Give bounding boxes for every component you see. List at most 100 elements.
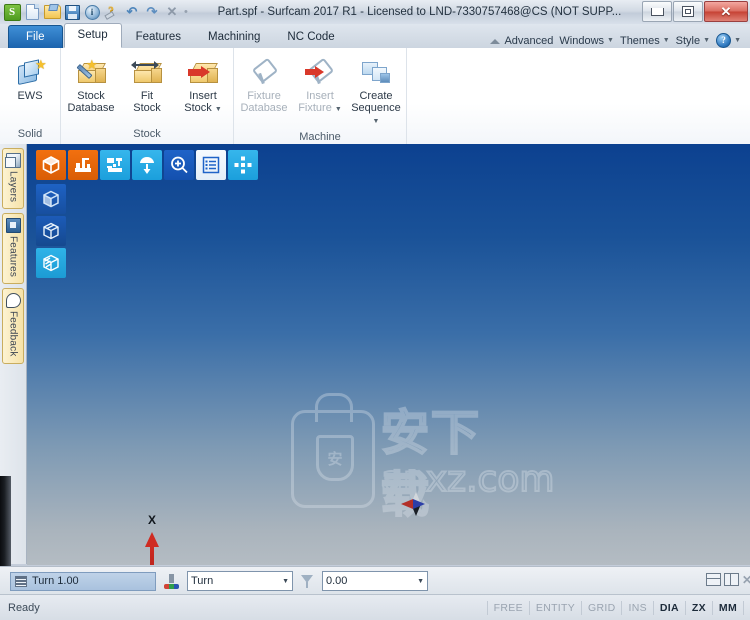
view-compass-icon[interactable]: [401, 492, 425, 516]
fit-stock-icon: [131, 56, 162, 90]
insert-stock-label-1: Insert: [189, 90, 217, 102]
minimize-button[interactable]: [642, 1, 672, 22]
ribbon-tab-bar: File Setup Features Machining NC Code Ad…: [0, 23, 750, 49]
list-icon[interactable]: [196, 150, 226, 180]
insert-stock-line2: Stock: [184, 102, 212, 114]
chevron-down-icon[interactable]: ▼: [417, 578, 424, 585]
features-icon: [5, 218, 21, 234]
tab-features[interactable]: Features: [123, 26, 194, 48]
insert-fixture-label-2: Fixture ▼: [298, 102, 342, 116]
create-sequence-line2: Sequence: [351, 102, 401, 114]
layer-stack-icon: [15, 575, 27, 587]
quick-access-toolbar: S i ↶ ↷ ✕ •: [0, 3, 189, 21]
insert-stock-icon: [188, 56, 218, 90]
chevron-down-icon[interactable]: ▼: [373, 118, 380, 125]
insert-fixture-icon: [305, 56, 335, 90]
ews-label: EWS: [17, 90, 43, 102]
tab-nc-code[interactable]: NC Code: [274, 26, 347, 48]
panel-single-icon[interactable]: [705, 573, 721, 586]
help-menu[interactable]: ? ▼: [716, 33, 741, 48]
create-sequence-label-2: Sequence ▼: [349, 102, 403, 128]
chevron-down-icon: ▼: [662, 37, 670, 44]
status-mm[interactable]: MM: [711, 601, 744, 615]
pan-move-icon[interactable]: [228, 150, 258, 180]
status-zx[interactable]: ZX: [684, 601, 712, 615]
status-dia[interactable]: DIA: [652, 601, 685, 615]
style-label: Style: [675, 34, 701, 47]
panel-close-icon[interactable]: ✕: [742, 574, 750, 586]
status-grid[interactable]: GRID: [581, 601, 621, 615]
cplane-depth-select[interactable]: 0.00 ▼: [322, 571, 428, 591]
viewport-toolbar-row: [36, 150, 258, 180]
advanced-menu[interactable]: Advanced: [490, 35, 553, 47]
axis-triad: X Z: [123, 513, 263, 565]
stock-box-icon[interactable]: [36, 150, 66, 180]
insert-stock-button[interactable]: Insert Stock ▼: [176, 54, 230, 118]
extrude-icon[interactable]: [132, 150, 162, 180]
ribbon-group-solid: ★ EWS Solid: [0, 48, 61, 144]
fit-stock-button[interactable]: Fit Stock: [120, 54, 174, 116]
ews-button[interactable]: ★ EWS: [3, 54, 57, 104]
chevron-down-icon[interactable]: ▼: [282, 578, 289, 585]
restore-button[interactable]: [673, 1, 703, 22]
chevron-down-icon[interactable]: ▼: [335, 106, 342, 113]
ribbon-panel: ★ EWS Solid ★ Stock Database Fit Stock I…: [0, 48, 750, 145]
undo-icon[interactable]: ↶: [123, 3, 141, 21]
sidebar-item-layers[interactable]: Layers: [2, 148, 24, 210]
redo-icon[interactable]: ↷: [143, 3, 161, 21]
stock-profile-icon[interactable]: [68, 150, 98, 180]
insert-fixture-button[interactable]: Insert Fixture ▼: [293, 54, 347, 118]
view-axis-icon: [163, 573, 180, 589]
window-controls: ✕: [642, 1, 748, 22]
solid-wireframe-icon[interactable]: [36, 216, 66, 246]
sidebar-item-features[interactable]: Features: [2, 213, 24, 285]
stock-database-button[interactable]: ★ Stock Database: [64, 54, 118, 116]
sidebar-item-feedback-label: Feedback: [7, 311, 19, 357]
windows-menu[interactable]: Windows ▼: [559, 35, 614, 47]
zoom-window-icon[interactable]: [164, 150, 194, 180]
feedback-icon: [5, 293, 21, 309]
home-icon: [490, 37, 501, 45]
close-icon[interactable]: ✕: [163, 3, 181, 21]
view-select[interactable]: Turn ▼: [187, 571, 293, 591]
app-logo[interactable]: S: [3, 3, 21, 21]
sidebar-item-layers-label: Layers: [7, 171, 19, 203]
info-icon[interactable]: i: [83, 3, 101, 21]
help-pointer-icon[interactable]: [103, 3, 121, 21]
solid-shaded-icon[interactable]: [36, 184, 66, 214]
save-icon[interactable]: [63, 3, 81, 21]
chevron-down-icon: ▼: [607, 37, 614, 44]
create-sequence-label-1: Create: [359, 90, 393, 102]
graphics-viewport[interactable]: 安 安下载 anxz.com X Z: [27, 144, 750, 565]
close-button[interactable]: ✕: [704, 1, 748, 22]
current-layer-field[interactable]: Turn 1.00: [10, 571, 156, 591]
tab-machining[interactable]: Machining: [195, 26, 273, 48]
style-menu[interactable]: Style ▼: [676, 35, 710, 47]
themes-menu[interactable]: Themes ▼: [620, 35, 670, 47]
status-ins[interactable]: INS: [621, 601, 652, 615]
machine-setup-icon[interactable]: [100, 150, 130, 180]
new-icon[interactable]: [23, 3, 41, 21]
chevron-down-icon[interactable]: ▼: [215, 106, 222, 113]
tab-setup[interactable]: Setup: [63, 23, 122, 48]
status-entity[interactable]: ENTITY: [528, 601, 581, 615]
x-axis-line: [150, 546, 154, 565]
sidebar-item-features-label: Features: [7, 236, 19, 278]
panel-split-icon[interactable]: [723, 573, 739, 586]
tab-file[interactable]: File: [8, 25, 63, 48]
help-icon: ?: [716, 33, 732, 48]
sidebar-item-feedback[interactable]: Feedback: [2, 288, 24, 364]
current-layer-label: Turn 1.00: [32, 575, 79, 587]
status-message: Ready: [8, 602, 40, 614]
create-sequence-button[interactable]: Create Sequence ▼: [349, 54, 403, 130]
status-free[interactable]: FREE: [486, 601, 529, 615]
fixture-database-label-2: Database: [240, 102, 288, 114]
fixture-database-button[interactable]: Fixture Database: [237, 54, 291, 116]
status-indicators: FREE ENTITY GRID INS DIA ZX MM: [486, 601, 750, 615]
cplane-icon: [300, 574, 315, 589]
fit-stock-label-1: Fit: [140, 90, 154, 102]
group-label-machine: Machine: [299, 131, 341, 143]
cplane-depth-value: 0.00: [326, 575, 348, 587]
solid-section-icon[interactable]: [36, 248, 66, 278]
open-icon[interactable]: [43, 3, 61, 21]
